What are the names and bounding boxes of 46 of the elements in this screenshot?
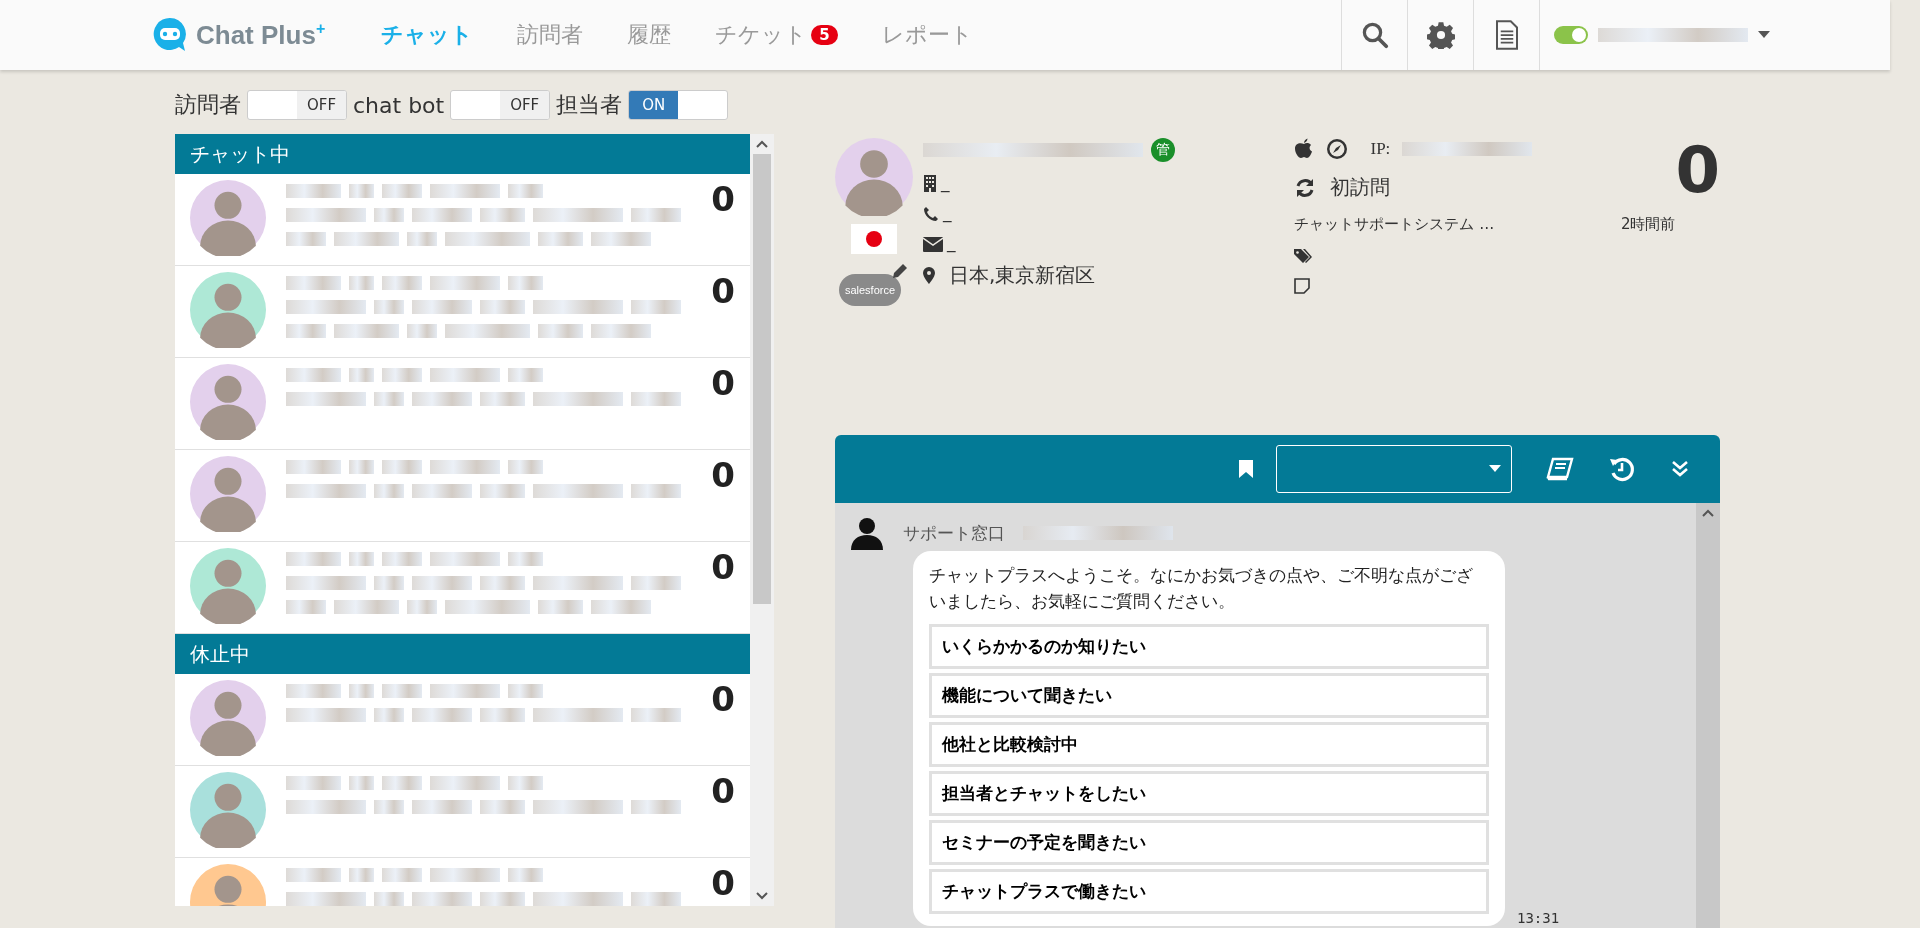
message-count: 0 xyxy=(711,864,735,900)
quick-reply-option[interactable]: セミナーの予定を聞きたい xyxy=(929,820,1489,865)
filter-label: 担当者 xyxy=(556,91,623,119)
chat-session-row[interactable]: 0 xyxy=(175,174,750,266)
filter-toggle[interactable]: ON xyxy=(628,90,729,120)
phone-value: _ xyxy=(943,202,952,222)
filter-toggle[interactable]: OFF xyxy=(450,90,551,120)
count-badge: 5 xyxy=(811,25,838,45)
logo-text: Chat Plus$^{+}$ xyxy=(196,19,326,51)
quick-reply-option[interactable]: いくらかかるのか知りたい xyxy=(929,624,1489,669)
chat-session-row[interactable]: 0 xyxy=(175,674,750,766)
chat-session-row[interactable]: 0 xyxy=(175,358,750,450)
message-count: 0 xyxy=(711,180,735,216)
quick-reply-option[interactable]: 担当者とチャットをしたい xyxy=(929,771,1489,816)
agent-name: サポート窓口 xyxy=(903,521,1005,545)
filter-label: chat bot xyxy=(353,92,445,118)
filter-label: 訪問者 xyxy=(175,91,241,119)
email-value: _ xyxy=(947,232,956,252)
message-count: 0 xyxy=(711,548,735,584)
quick-reply-option[interactable]: 機能について聞きたい xyxy=(929,673,1489,718)
nav-tab[interactable]: チケット 5 xyxy=(695,20,858,50)
message-count: 0 xyxy=(711,364,735,400)
quick-reply-option[interactable]: チャットプラスで働きたい xyxy=(929,869,1489,914)
chat-session-row[interactable]: 0 xyxy=(175,766,750,858)
chat-session-row[interactable]: 0 xyxy=(175,266,750,358)
section-header: チャット中 xyxy=(175,134,750,174)
company-value: _ xyxy=(941,172,950,192)
section-header: 休止中 xyxy=(175,634,750,674)
message-count: 0 xyxy=(711,272,735,308)
message-count: 0 xyxy=(711,456,735,492)
visit-count: 0 xyxy=(1675,138,1720,209)
visit-status: 初訪問 xyxy=(1330,174,1391,201)
chat-session-row[interactable]: 0 xyxy=(175,450,750,542)
message-count: 0 xyxy=(711,680,735,716)
message-count: 0 xyxy=(711,772,735,808)
chat-session-row[interactable]: 0 xyxy=(175,858,750,906)
chat-session-row[interactable]: 0 xyxy=(175,542,750,634)
message-text: チャットプラスへようこそ。なにかお気づきの点や、ご不明な点がございましたら、お気軽にご質問ください。 xyxy=(929,564,1474,613)
admin-badge: 管 xyxy=(1151,138,1175,162)
ip-label: IP: xyxy=(1370,139,1391,159)
quick-reply-option[interactable]: 他社と比較検討中 xyxy=(929,722,1489,767)
location-text: 日本,東京新宿区 xyxy=(949,262,1096,289)
message-time: 13:31 xyxy=(1517,910,1560,926)
filter-toggle[interactable]: OFF xyxy=(247,90,347,120)
referrer-text: チャットサポートシステム … xyxy=(1294,215,1495,234)
visit-time: 2時間前 xyxy=(1620,215,1676,234)
